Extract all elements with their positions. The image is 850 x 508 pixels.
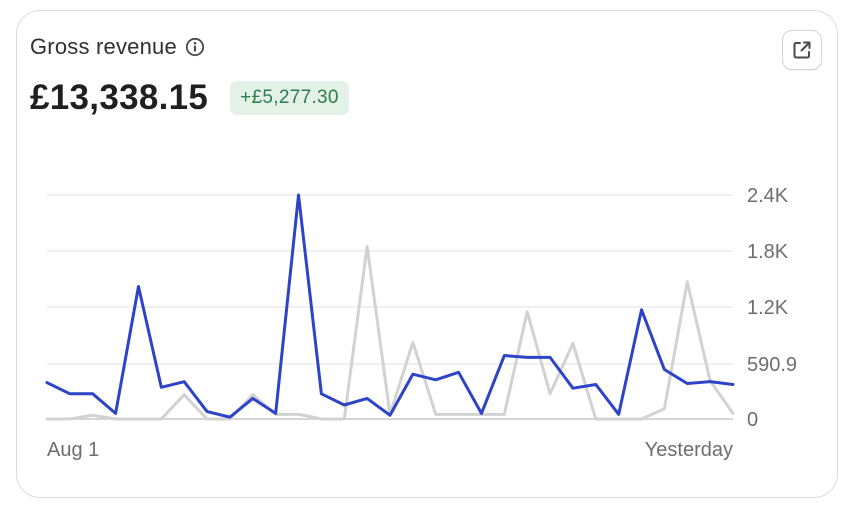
revenue-line-chart: 2.4K 1.8K 1.2K 590.9 0 Aug 1 Yesterday <box>45 185 797 461</box>
y-tick-label: 2.4K <box>747 185 789 207</box>
x-axis-labels: Aug 1 Yesterday <box>47 439 733 461</box>
y-tick-label: 0 <box>747 409 758 431</box>
chart-grid <box>47 194 733 420</box>
y-axis-ticks: 2.4K 1.8K 1.2K 590.9 0 <box>747 185 797 431</box>
y-tick-label: 1.8K <box>747 241 789 263</box>
y-tick-label: 1.2K <box>747 297 789 319</box>
current-period-line <box>45 193 735 419</box>
y-tick-label: 590.9 <box>747 354 797 376</box>
x-label-end: Yesterday <box>645 439 733 461</box>
x-label-start: Aug 1 <box>47 439 99 461</box>
